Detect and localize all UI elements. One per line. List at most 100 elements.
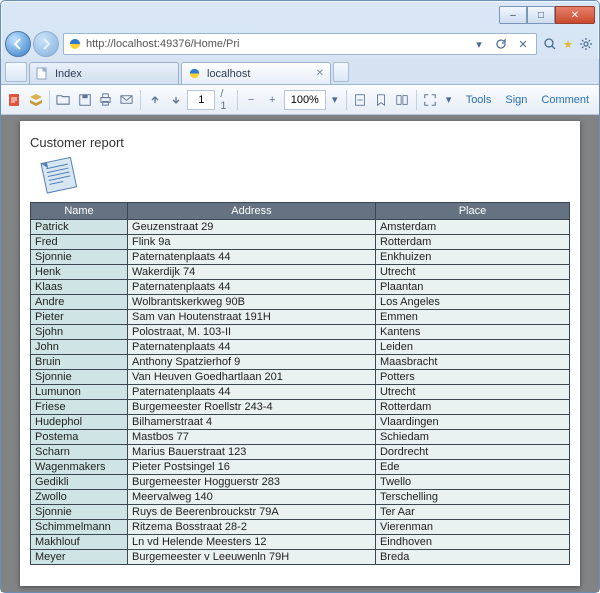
tools-gear-icon[interactable]: [577, 35, 595, 53]
cell-address: Geuzenstraat 29: [128, 220, 376, 235]
cell-address: Mastbos 77: [128, 430, 376, 445]
tools-link[interactable]: Tools: [460, 94, 498, 106]
tab-thumbnails-button[interactable]: [5, 62, 27, 82]
page-count: / 1: [217, 88, 233, 112]
prev-page-button[interactable]: [145, 89, 164, 111]
cell-address: Flink 9a: [128, 235, 376, 250]
zoom-out-button[interactable]: −: [242, 89, 261, 111]
cell-place: Potters: [375, 370, 569, 385]
fit-page-button[interactable]: [351, 89, 370, 111]
cell-name: Henk: [31, 265, 128, 280]
email-button[interactable]: [117, 89, 136, 111]
table-row: GedikliBurgemeester Hogguerstr 283Twello: [31, 475, 570, 490]
cell-name: Makhlouf: [31, 535, 128, 550]
window-minimize-button[interactable]: –: [499, 6, 527, 24]
save-button[interactable]: [75, 89, 94, 111]
table-row: FrieseBurgemeester Roellstr 243-4Rotterd…: [31, 400, 570, 415]
page-layout-icon: [395, 93, 409, 107]
cell-address: Marius Bauerstraat 123: [128, 445, 376, 460]
tab-index[interactable]: Index: [29, 62, 179, 84]
url-input[interactable]: [86, 38, 466, 50]
sign-link[interactable]: Sign: [499, 94, 533, 106]
cell-place: Dordrecht: [375, 445, 569, 460]
stop-button[interactable]: ✕: [514, 35, 532, 53]
refresh-button[interactable]: [492, 35, 510, 53]
bookmark-button[interactable]: [372, 89, 391, 111]
table-row: ZwolloMeervalweg 140Terschelling: [31, 490, 570, 505]
print-button[interactable]: [96, 89, 115, 111]
table-row: BruinAnthony Spatzierhof 9Maasbracht: [31, 355, 570, 370]
cell-place: Vlaardingen: [375, 415, 569, 430]
cell-place: Enkhuizen: [375, 250, 569, 265]
cell-name: Sjonnie: [31, 250, 128, 265]
cell-address: Paternatenplaats 44: [128, 280, 376, 295]
cell-place: Kantens: [375, 325, 569, 340]
cell-name: Zwollo: [31, 490, 128, 505]
dropdown-icon[interactable]: ▾: [470, 35, 488, 53]
mail-icon: [119, 92, 134, 107]
cell-name: John: [31, 340, 128, 355]
cell-name: Bruin: [31, 355, 128, 370]
forward-button[interactable]: [33, 31, 59, 57]
favorites-icon[interactable]: ★: [559, 35, 577, 53]
table-row: AndreWolbrantskerkweg 90BLos Angeles: [31, 295, 570, 310]
window-maximize-button[interactable]: □: [527, 6, 555, 24]
cell-address: Van Heuven Goedhartlaan 201: [128, 370, 376, 385]
bookmark-icon: [374, 93, 388, 107]
table-row: HenkWakerdijk 74Utrecht: [31, 265, 570, 280]
cell-name: Fred: [31, 235, 128, 250]
tab-label: localhost: [207, 68, 250, 80]
tab-localhost[interactable]: localhost ✕: [181, 62, 331, 84]
cell-name: Friese: [31, 400, 128, 415]
open-button[interactable]: [54, 89, 73, 111]
table-row: KlaasPaternatenplaats 44Plaantan: [31, 280, 570, 295]
table-row: PieterSam van Houtenstraat 191HEmmen: [31, 310, 570, 325]
page-number-input[interactable]: [187, 90, 215, 110]
cell-address: Ruys de Beerenbrouckstr 79A: [128, 505, 376, 520]
ie-favicon-icon: [68, 37, 82, 51]
arrow-left-icon: [12, 38, 24, 50]
cell-name: Lumunon: [31, 385, 128, 400]
cell-place: Amsterdam: [375, 220, 569, 235]
window-close-button[interactable]: ✕: [555, 6, 595, 24]
cell-address: Paternatenplaats 44: [128, 340, 376, 355]
back-button[interactable]: [5, 31, 31, 57]
report-title: Customer report: [30, 135, 570, 150]
cell-place: Vierenman: [375, 520, 569, 535]
fullscreen-dropdown-icon[interactable]: ▾: [442, 91, 456, 109]
comment-link[interactable]: Comment: [535, 94, 595, 106]
table-row: PostemaMastbos 77Schiedam: [31, 430, 570, 445]
cell-place: Los Angeles: [375, 295, 569, 310]
search-icon[interactable]: [541, 35, 559, 53]
pdf-viewport[interactable]: Customer report Name Address Place: [1, 115, 599, 592]
tab-row: Index localhost ✕: [1, 59, 599, 85]
next-page-button[interactable]: [166, 89, 185, 111]
floppy-icon: [78, 93, 92, 107]
cell-name: Hudephol: [31, 415, 128, 430]
folder-open-icon: [56, 92, 71, 107]
view-mode-button[interactable]: [393, 89, 412, 111]
zoom-input[interactable]: [284, 90, 326, 110]
printer-icon: [98, 92, 113, 107]
cell-place: Emmen: [375, 310, 569, 325]
create-pdf-button[interactable]: [26, 89, 45, 111]
cell-place: Rotterdam: [375, 400, 569, 415]
zoom-dropdown-icon[interactable]: ▾: [328, 91, 342, 109]
address-bar[interactable]: ▾ ✕: [63, 33, 537, 55]
cell-name: Klaas: [31, 280, 128, 295]
zoom-in-button[interactable]: +: [263, 89, 282, 111]
export-pdf-button[interactable]: [5, 89, 24, 111]
nav-row: ▾ ✕ ★: [1, 29, 599, 59]
fullscreen-button[interactable]: [421, 89, 440, 111]
cell-place: Terschelling: [375, 490, 569, 505]
cell-name: Pieter: [31, 310, 128, 325]
col-place: Place: [375, 203, 569, 220]
cell-name: Wagenmakers: [31, 460, 128, 475]
cell-name: Meyer: [31, 550, 128, 565]
tab-close-icon[interactable]: ✕: [316, 68, 324, 79]
page-favicon-icon: [36, 67, 49, 80]
cell-place: Plaantan: [375, 280, 569, 295]
cell-address: Anthony Spatzierhof 9: [128, 355, 376, 370]
new-tab-button[interactable]: [333, 62, 349, 82]
arrow-up-icon: [149, 94, 161, 106]
